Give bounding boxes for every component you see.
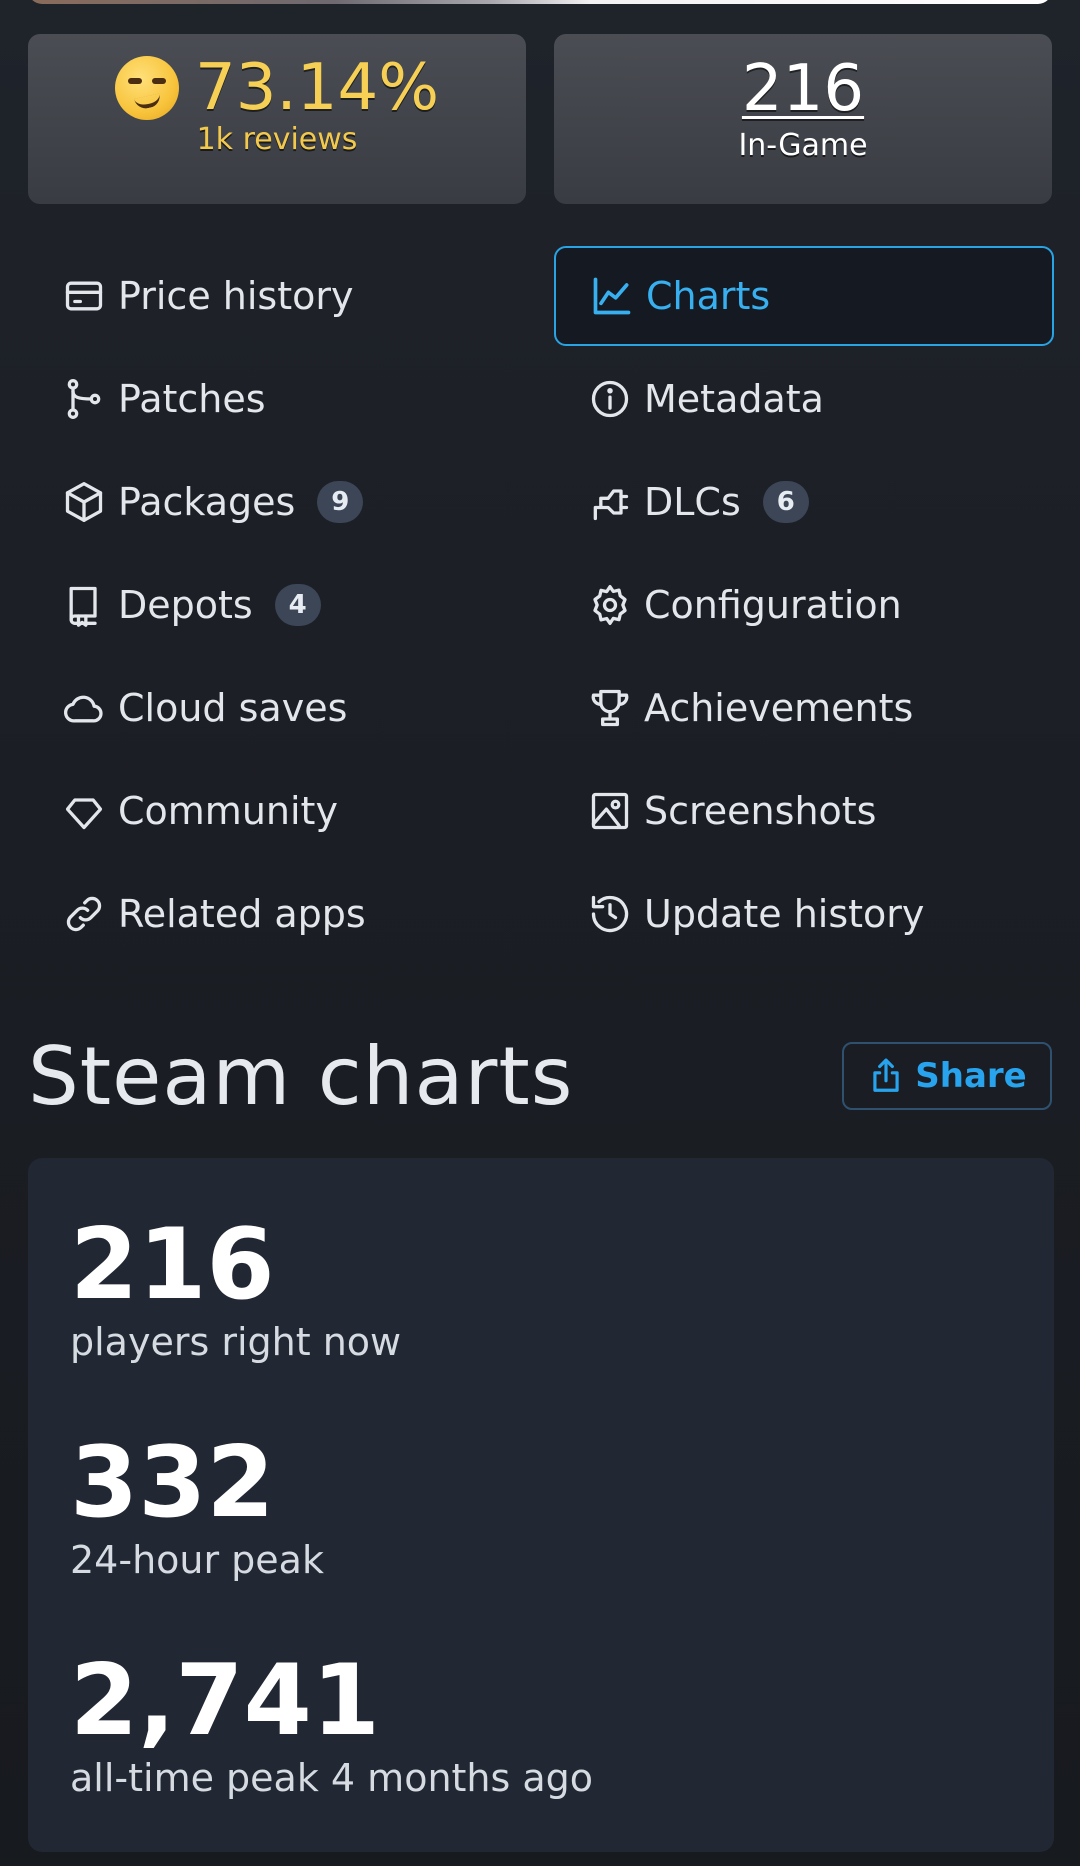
- nav-configuration[interactable]: Configuration: [554, 555, 1054, 655]
- git-branch-icon: [62, 377, 106, 421]
- nav-label: Packages: [118, 480, 296, 524]
- steam-charts-card: 216 players right now 332 24-hour peak 2…: [28, 1158, 1054, 1852]
- nav-label: Depots: [118, 583, 253, 627]
- dlcs-count-badge: 6: [762, 481, 809, 523]
- in-game-card[interactable]: 216 In-Game: [554, 34, 1052, 204]
- nav-cloud-saves[interactable]: Cloud saves: [28, 658, 528, 758]
- nav-label: Configuration: [644, 583, 902, 627]
- cloud-icon: [62, 686, 106, 730]
- link-icon: [62, 892, 106, 936]
- nav-metadata[interactable]: Metadata: [554, 349, 1054, 449]
- nav-charts[interactable]: Charts: [554, 246, 1054, 346]
- in-game-count[interactable]: 216: [554, 54, 1052, 124]
- nav-community[interactable]: Community: [28, 761, 528, 861]
- gear-icon: [588, 583, 632, 627]
- nav-label: Screenshots: [644, 789, 877, 833]
- nav-label: Cloud saves: [118, 686, 348, 730]
- nav-achievements[interactable]: Achievements: [554, 658, 1054, 758]
- metric-24h-peak: 332 24-hour peak: [70, 1428, 324, 1582]
- nav-label: DLCs: [644, 480, 741, 524]
- section-title: Steam charts: [28, 1030, 574, 1123]
- depots-count-badge: 4: [274, 584, 321, 626]
- metric-value: 216: [70, 1208, 275, 1322]
- nav-label: Metadata: [644, 377, 824, 421]
- history-icon: [588, 892, 632, 936]
- nav-label: Price history: [118, 274, 354, 318]
- metric-all-time-peak: 2,741 all-time peak 4 months ago: [70, 1646, 593, 1800]
- metric-value: 2,741: [70, 1644, 380, 1758]
- share-button[interactable]: Share: [842, 1042, 1052, 1110]
- metric-value: 332: [70, 1426, 275, 1540]
- nav-label: Achievements: [644, 686, 914, 730]
- rating-card[interactable]: 73.14% 1k reviews: [28, 34, 526, 204]
- image-icon: [588, 789, 632, 833]
- metric-label: players right now: [70, 1320, 402, 1364]
- nav-label: Related apps: [118, 892, 366, 936]
- nav-label: Update history: [644, 892, 925, 936]
- metric-label: all-time peak 4 months ago: [70, 1756, 594, 1800]
- nav-depots[interactable]: Depots 4: [28, 555, 528, 655]
- smirk-emoji-icon: [114, 56, 179, 120]
- review-count: 1k reviews: [196, 122, 358, 157]
- package-icon: [62, 480, 106, 524]
- share-icon: [867, 1057, 905, 1095]
- rating-percent: 73.14%: [194, 51, 440, 125]
- nav-label: Patches: [118, 377, 266, 421]
- nav-update-history[interactable]: Update history: [554, 864, 1054, 964]
- packages-count-badge: 9: [317, 481, 364, 523]
- nav-patches[interactable]: Patches: [28, 349, 528, 449]
- hero-image-edge: [28, 0, 1052, 4]
- wallet-icon: [62, 274, 106, 318]
- in-game-label: In-Game: [738, 128, 868, 163]
- plug-icon: [588, 480, 632, 524]
- nav-label: Community: [118, 789, 338, 833]
- book-icon: [62, 583, 106, 627]
- nav-screenshots[interactable]: Screenshots: [554, 761, 1054, 861]
- nav-packages[interactable]: Packages 9: [28, 452, 528, 552]
- trophy-icon: [588, 686, 632, 730]
- nav-dlcs[interactable]: DLCs 6: [554, 452, 1054, 552]
- metric-current-players: 216 players right now: [70, 1210, 401, 1364]
- nav-price-history[interactable]: Price history: [28, 246, 528, 346]
- metric-label: 24-hour peak: [70, 1538, 324, 1582]
- diamond-icon: [62, 789, 106, 833]
- nav-label: Charts: [646, 274, 771, 318]
- share-label: Share: [915, 1056, 1027, 1096]
- info-icon: [588, 377, 632, 421]
- line-chart-icon: [590, 274, 634, 318]
- nav-related-apps[interactable]: Related apps: [28, 864, 528, 964]
